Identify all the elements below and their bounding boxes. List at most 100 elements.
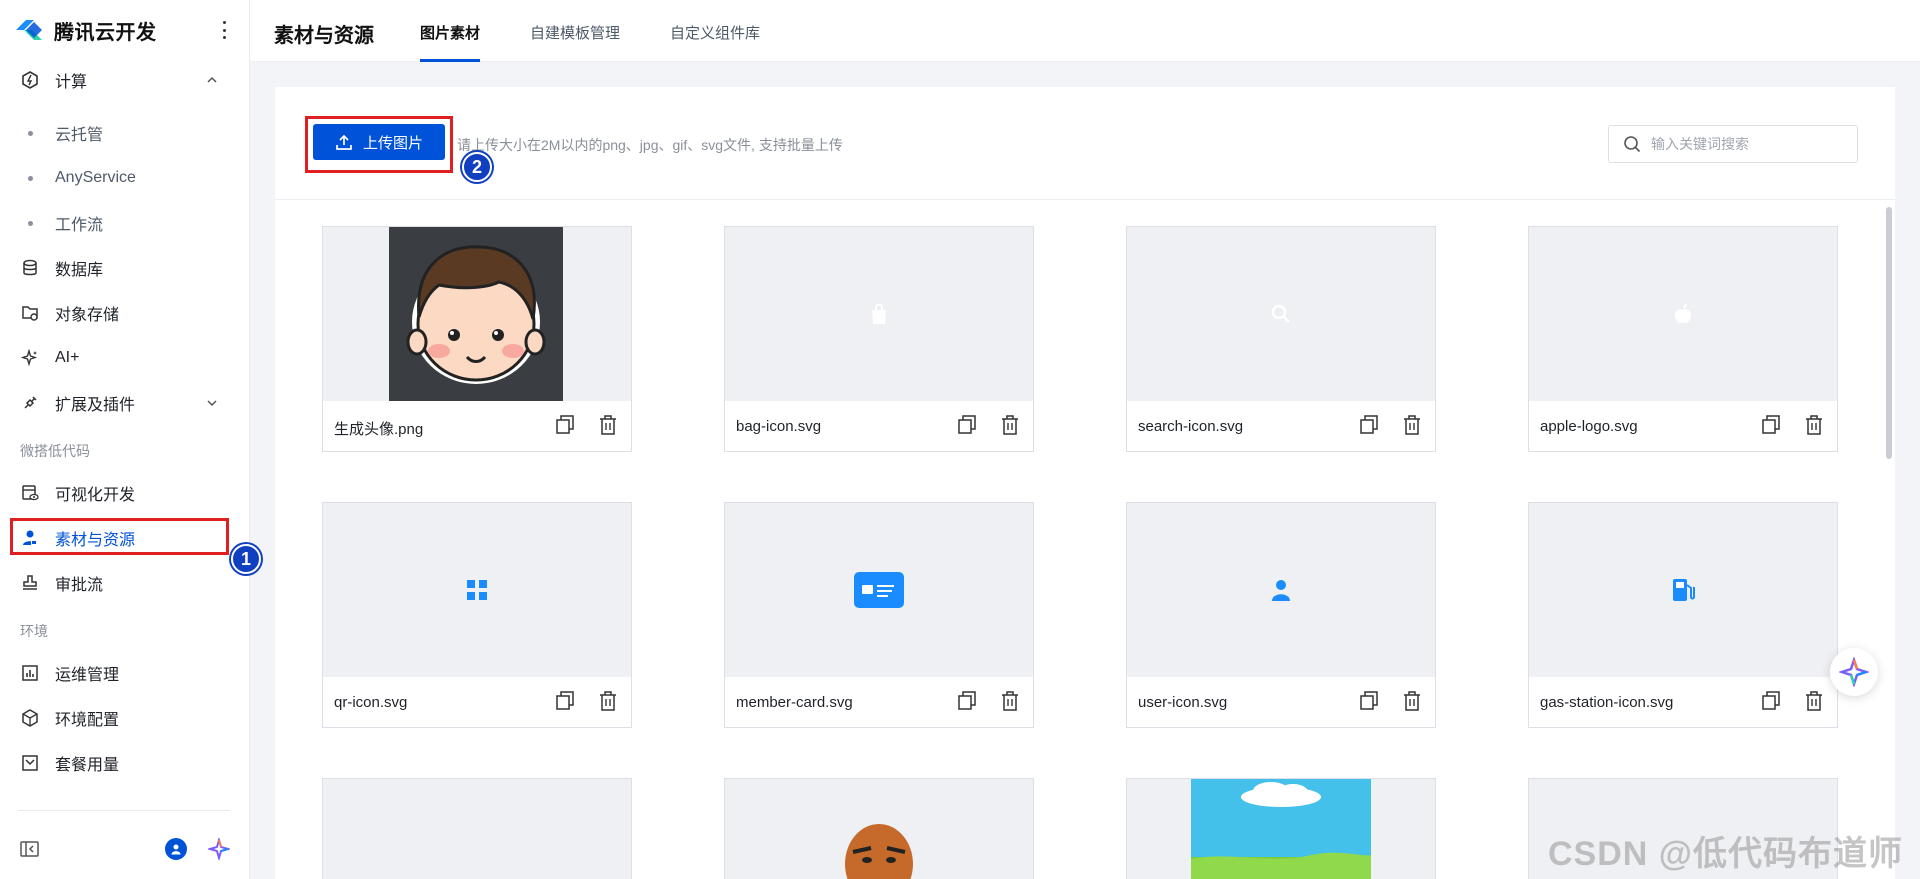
sidebar-item-compute[interactable]: 计算 [0, 60, 250, 100]
delete-icon[interactable] [599, 415, 617, 435]
delete-icon[interactable] [1001, 691, 1019, 711]
landscape-sky-image [1191, 779, 1371, 879]
sidebar-item-label: AnyService [55, 169, 136, 186]
asset-card[interactable]: apple-logo.svg [1528, 226, 1838, 452]
asset-thumbnail[interactable] [1127, 227, 1435, 401]
asset-card[interactable] [724, 778, 1034, 879]
bullet-dot [28, 175, 33, 181]
delete-icon[interactable] [1403, 691, 1421, 711]
sidebar-item-label: AI+ [55, 349, 80, 366]
sidebar-item-label: 对象存储 [55, 307, 120, 324]
asset-card[interactable]: 生成头像.png [322, 226, 632, 452]
sidebar-item-approval[interactable]: 审批流 [0, 563, 250, 603]
asset-file-name: apple-logo.svg [1540, 418, 1638, 435]
asset-file-name: member-card.svg [736, 694, 853, 711]
asset-thumbnail[interactable] [323, 503, 631, 677]
user-avatar-icon[interactable] [165, 838, 187, 860]
sidebar-item-label: 运维管理 [55, 667, 120, 684]
collapse-sidebar-icon[interactable] [20, 840, 40, 858]
watermark: CSDN @低代码布道师 [1548, 835, 1903, 873]
asset-thumbnail[interactable] [725, 503, 1033, 677]
copy-icon[interactable] [958, 415, 976, 435]
bag-icon [872, 303, 886, 324]
visual-dev-icon [20, 483, 40, 503]
asset-card[interactable]: user-icon.svg [1126, 502, 1436, 728]
chevron-up-icon [207, 76, 217, 83]
apple-logo-icon [1675, 304, 1691, 324]
search-box[interactable] [1608, 125, 1858, 163]
sidebar-item-usage[interactable]: 套餐用量 [0, 743, 250, 783]
usage-icon [20, 753, 40, 773]
floating-ai-assistant-button[interactable] [1830, 648, 1878, 696]
copy-icon[interactable] [1762, 415, 1780, 435]
asset-thumbnail[interactable] [1529, 503, 1837, 677]
asset-card[interactable]: search-icon.svg [1126, 226, 1436, 452]
avatar-cartoon-image [389, 227, 563, 401]
annotation-badge-1: 1 [231, 544, 261, 574]
asset-file-name: gas-station-icon.svg [1540, 694, 1674, 711]
asset-thumbnail[interactable] [1127, 503, 1435, 677]
sidebar-item-label: 扩展及插件 [55, 397, 136, 414]
sidebar-item-visual-dev[interactable]: 可视化开发 [0, 473, 250, 513]
member-card-icon [854, 572, 904, 608]
sidebar-item-plugins[interactable]: 扩展及插件 [0, 383, 250, 423]
asset-thumbnail[interactable] [1529, 227, 1837, 401]
asset-thumbnail[interactable] [725, 779, 1033, 879]
sidebar-item-workflow[interactable]: 工作流 [0, 203, 250, 243]
sidebar-item-label: 数据库 [55, 262, 104, 279]
upload-hint: 请上传大小在2M以内的png、jpg、gif、svg文件, 支持批量上传 [457, 137, 843, 153]
asset-thumbnail[interactable] [1127, 779, 1435, 879]
asset-card[interactable]: qr-icon.svg [322, 502, 632, 728]
sidebar-item-cloud-run[interactable]: 云托管 [0, 113, 250, 153]
asset-file-name: 生成头像.png [334, 421, 424, 438]
delete-icon[interactable] [599, 691, 617, 711]
ai-assistant-icon [1839, 657, 1869, 687]
tab-template-management[interactable]: 自建模板管理 [530, 22, 620, 62]
sidebar-item-label: 环境配置 [55, 712, 120, 729]
search-input[interactable] [1651, 136, 1841, 152]
copy-icon[interactable] [1762, 691, 1780, 711]
asset-thumbnail[interactable] [725, 227, 1033, 401]
sidebar: 腾讯云开发 计算 云托管 AnyService 工作流 数据库 对象存储 AI+… [0, 0, 250, 879]
asset-thumbnail[interactable] [323, 227, 631, 401]
asset-card[interactable]: bag-icon.svg [724, 226, 1034, 452]
delete-icon[interactable] [1403, 415, 1421, 435]
sidebar-item-env-config[interactable]: 环境配置 [0, 698, 250, 738]
delete-icon[interactable] [1805, 691, 1823, 711]
copy-icon[interactable] [1360, 691, 1378, 711]
sidebar-item-label: 云托管 [55, 127, 104, 144]
sidebar-item-anyservice[interactable]: AnyService [0, 158, 250, 198]
sidebar-item-ai[interactable]: AI+ [0, 338, 250, 378]
sidebar-item-database[interactable]: 数据库 [0, 248, 250, 288]
tencent-cloud-logo-icon [16, 20, 42, 40]
more-menu-icon[interactable] [218, 18, 230, 42]
tab-image-assets[interactable]: 图片素材 [420, 22, 481, 62]
database-icon [20, 258, 40, 278]
asset-card[interactable] [322, 778, 632, 879]
asset-card[interactable] [1126, 778, 1436, 879]
sidebar-item-ops[interactable]: 运维管理 [0, 653, 250, 693]
asset-card[interactable]: member-card.svg [724, 502, 1034, 728]
sidebar-item-label: 审批流 [55, 577, 104, 594]
brand[interactable]: 腾讯云开发 [14, 14, 157, 46]
delete-icon[interactable] [1805, 415, 1823, 435]
copy-icon[interactable] [958, 691, 976, 711]
bullet-dot [28, 130, 33, 136]
asset-thumbnail[interactable] [323, 779, 631, 879]
asset-card[interactable]: gas-station-icon.svg [1528, 502, 1838, 728]
sidebar-item-object-storage[interactable]: 对象存储 [0, 293, 250, 333]
gas-station-icon [1673, 579, 1695, 601]
env-config-icon [20, 708, 40, 728]
delete-icon[interactable] [1001, 415, 1019, 435]
toolbar: 上传图片 请上传大小在2M以内的png、jpg、gif、svg文件, 支持批量上… [275, 87, 1895, 200]
sidebar-group-lowcode: 微搭低代码 [20, 443, 90, 459]
asset-file-name: search-icon.svg [1138, 418, 1244, 435]
ops-icon [20, 663, 40, 683]
chevron-down-icon [207, 400, 217, 407]
scrollbar[interactable] [1886, 207, 1892, 459]
copy-icon[interactable] [1360, 415, 1378, 435]
tab-custom-components[interactable]: 自定义组件库 [670, 22, 760, 62]
copy-icon[interactable] [556, 691, 574, 711]
ai-assistant-icon[interactable] [208, 838, 230, 860]
copy-icon[interactable] [556, 415, 574, 435]
